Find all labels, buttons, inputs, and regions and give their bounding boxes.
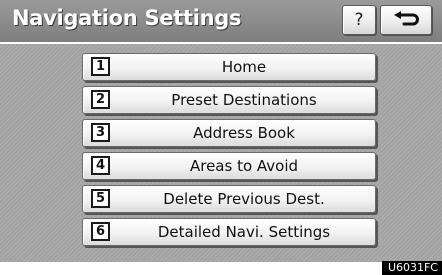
settings-menu: 1 Home 2 Preset Destinations 3 Address B… (82, 53, 376, 251)
menu-item-delete-previous-dest[interactable]: 5 Delete Previous Dest. (82, 185, 376, 213)
item-number-badge: 3 (91, 123, 110, 142)
item-number-badge: 4 (91, 156, 110, 175)
title-bar: Navigation Settings ? (0, 0, 442, 44)
menu-item-label: Preset Destinations (171, 91, 317, 109)
item-number-badge: 1 (91, 57, 110, 76)
back-button[interactable] (380, 5, 432, 35)
navigation-settings-screen: Navigation Settings ? 1 Home 2 Preset De… (0, 0, 442, 262)
item-number-badge: 6 (91, 222, 110, 241)
page-title: Navigation Settings (12, 6, 242, 30)
back-arrow-icon (394, 11, 419, 26)
help-icon: ? (354, 9, 364, 30)
help-button[interactable]: ? (342, 5, 376, 35)
menu-item-label: Delete Previous Dest. (163, 190, 325, 208)
menu-item-label: Address Book (193, 124, 295, 142)
menu-item-home[interactable]: 1 Home (82, 53, 376, 81)
menu-item-label: Detailed Navi. Settings (157, 223, 331, 241)
item-number-badge: 5 (91, 189, 110, 208)
menu-item-areas-to-avoid[interactable]: 4 Areas to Avoid (82, 152, 376, 180)
image-code-label: U6031FC (381, 261, 442, 275)
menu-item-label: Home (221, 58, 267, 76)
menu-item-detailed-navi-settings[interactable]: 6 Detailed Navi. Settings (82, 218, 376, 246)
menu-item-address-book[interactable]: 3 Address Book (82, 119, 376, 147)
menu-item-preset-destinations[interactable]: 2 Preset Destinations (82, 86, 376, 114)
menu-item-label: Areas to Avoid (189, 157, 299, 175)
item-number-badge: 2 (91, 90, 110, 109)
